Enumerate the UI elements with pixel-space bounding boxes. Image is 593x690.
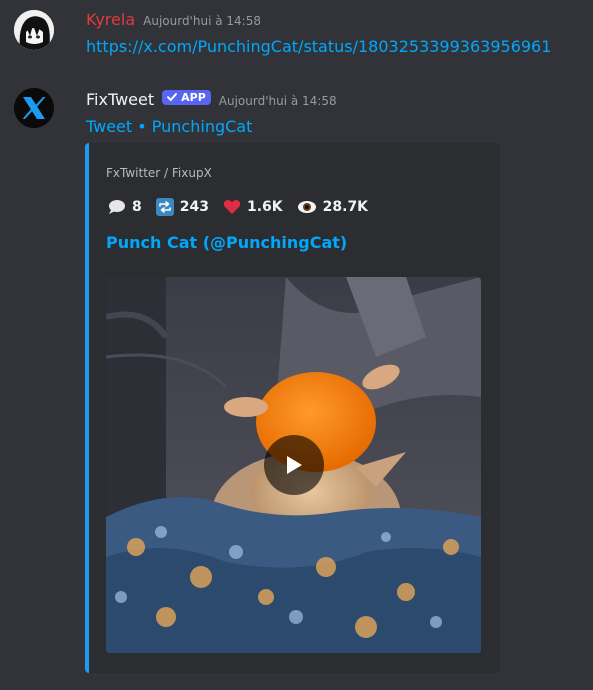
stat-likes: 1.6K — [223, 198, 283, 216]
heart-icon — [223, 200, 241, 214]
username[interactable]: FixTweet — [86, 90, 154, 109]
badge-label: APP — [181, 90, 206, 104]
retweets-count: 243 — [179, 199, 209, 215]
speech-bubble-icon — [109, 200, 125, 214]
likes-count: 1.6K — [246, 199, 283, 215]
message-kyrela: Kyrela Aujourd'hui à 14:58 https://x.com… — [0, 0, 593, 70]
tweet-title-link[interactable]: Tweet • PunchingCat — [86, 117, 252, 136]
user-avatar[interactable] — [14, 10, 54, 50]
play-button[interactable] — [264, 435, 324, 495]
tweet-stats: 8 243 1.6K 28.7K — [108, 198, 368, 216]
app-badge: APP — [162, 89, 211, 105]
play-icon — [287, 456, 302, 474]
tweet-embed: FxTwitter / FixupX 8 243 1.6K 28.7K Punc… — [85, 143, 500, 673]
x-logo-icon — [14, 88, 54, 128]
timestamp: Aujourd'hui à 14:58 — [218, 94, 337, 108]
tweet-link[interactable]: https://x.com/PunchingCat/status/1803253… — [86, 37, 551, 56]
views-count: 28.7K — [322, 199, 369, 215]
username[interactable]: Kyrela — [86, 10, 135, 29]
stat-views: 28.7K — [297, 198, 368, 216]
timestamp: Aujourd'hui à 14:58 — [143, 14, 261, 28]
checkmark-icon — [167, 93, 178, 101]
repeat-icon — [155, 198, 174, 216]
stat-replies: 8 — [108, 198, 142, 216]
embed-provider[interactable]: FxTwitter / FixupX — [106, 166, 212, 180]
replies-count: 8 — [132, 199, 142, 215]
embed-title[interactable]: Punch Cat (@PunchingCat) — [106, 233, 347, 252]
anime-avatar-icon — [14, 10, 54, 50]
eye-icon — [297, 201, 316, 213]
stat-retweets: 243 — [155, 198, 209, 216]
video-thumbnail[interactable] — [106, 277, 481, 653]
bot-avatar[interactable] — [14, 88, 54, 128]
